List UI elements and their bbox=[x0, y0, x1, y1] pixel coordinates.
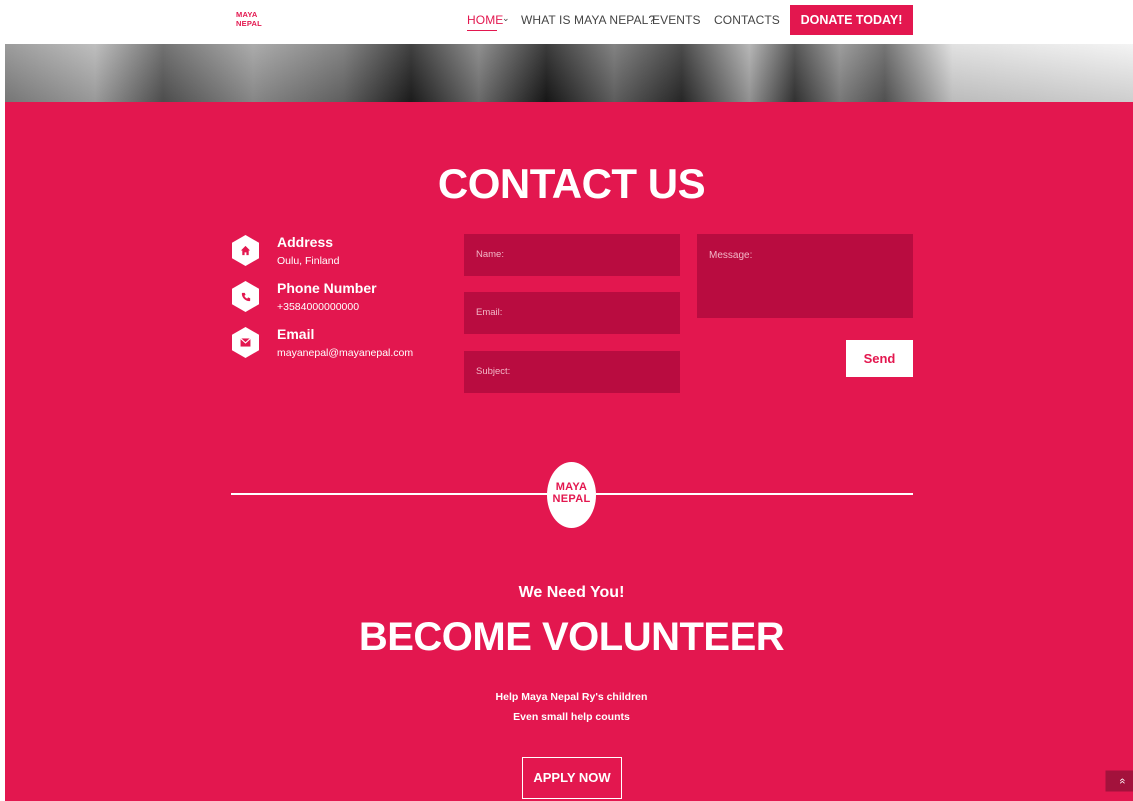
chevron-down-icon[interactable]: ⌄ bbox=[502, 13, 510, 24]
subject-field[interactable]: Subject: bbox=[464, 351, 680, 393]
double-chevron-up-icon[interactable]: » bbox=[1105, 770, 1133, 792]
phone-icon-glyph bbox=[241, 292, 250, 302]
divider-left bbox=[231, 493, 547, 495]
address-value: Oulu, Finland bbox=[277, 255, 340, 267]
badge-line-1: MAYA bbox=[555, 481, 588, 493]
volunteer-title: BECOME VOLUNTEER bbox=[358, 615, 785, 659]
email-label: Email bbox=[277, 326, 315, 342]
nav-what-is-maya-nepal[interactable]: WHAT IS MAYA NEPAL? bbox=[521, 13, 655, 27]
contact-title: CONTACT US bbox=[437, 160, 706, 207]
home-icon-glyph bbox=[240, 245, 251, 256]
name-field[interactable]: Name: bbox=[464, 234, 680, 276]
maya-nepal-badge: MAYA NEPAL bbox=[547, 462, 596, 528]
phone-value: +3584000000000 bbox=[277, 301, 360, 313]
phone-label: Phone Number bbox=[277, 280, 377, 296]
volunteer-line-2: Even small help counts bbox=[513, 711, 630, 723]
nav-contacts[interactable]: CONTACTS bbox=[714, 13, 780, 27]
message-field[interactable]: Message: bbox=[697, 234, 913, 318]
envelope-icon-glyph bbox=[240, 338, 251, 347]
logo-line-2: NEPAL bbox=[236, 19, 262, 28]
volunteer-line-1: Help Maya Nepal Ry's children bbox=[495, 691, 648, 703]
email-field[interactable]: Email: bbox=[464, 292, 680, 334]
volunteer-kicker: We Need You! bbox=[518, 584, 625, 601]
address-label: Address bbox=[277, 234, 334, 250]
top-nav: MAYA NEPAL HOME ⌄ WHAT IS MAYA NEPAL? EV… bbox=[0, 0, 1133, 44]
send-button[interactable]: Send bbox=[846, 340, 913, 377]
donate-button[interactable]: DONATE TODAY! bbox=[790, 5, 913, 35]
hero-image bbox=[5, 44, 1133, 102]
badge-line-2: NEPAL bbox=[552, 493, 591, 505]
nav-home-underline bbox=[467, 30, 497, 31]
nav-home[interactable]: HOME bbox=[467, 13, 503, 27]
logo-line-1: MAYA bbox=[236, 10, 258, 19]
site-logo[interactable]: MAYA NEPAL bbox=[236, 10, 262, 28]
apply-now-button[interactable]: APPLY NOW bbox=[522, 757, 622, 799]
divider-right bbox=[596, 493, 913, 495]
email-value[interactable]: mayanepal@mayanepal.com bbox=[277, 347, 413, 359]
nav-events[interactable]: EVENTS bbox=[652, 13, 701, 27]
